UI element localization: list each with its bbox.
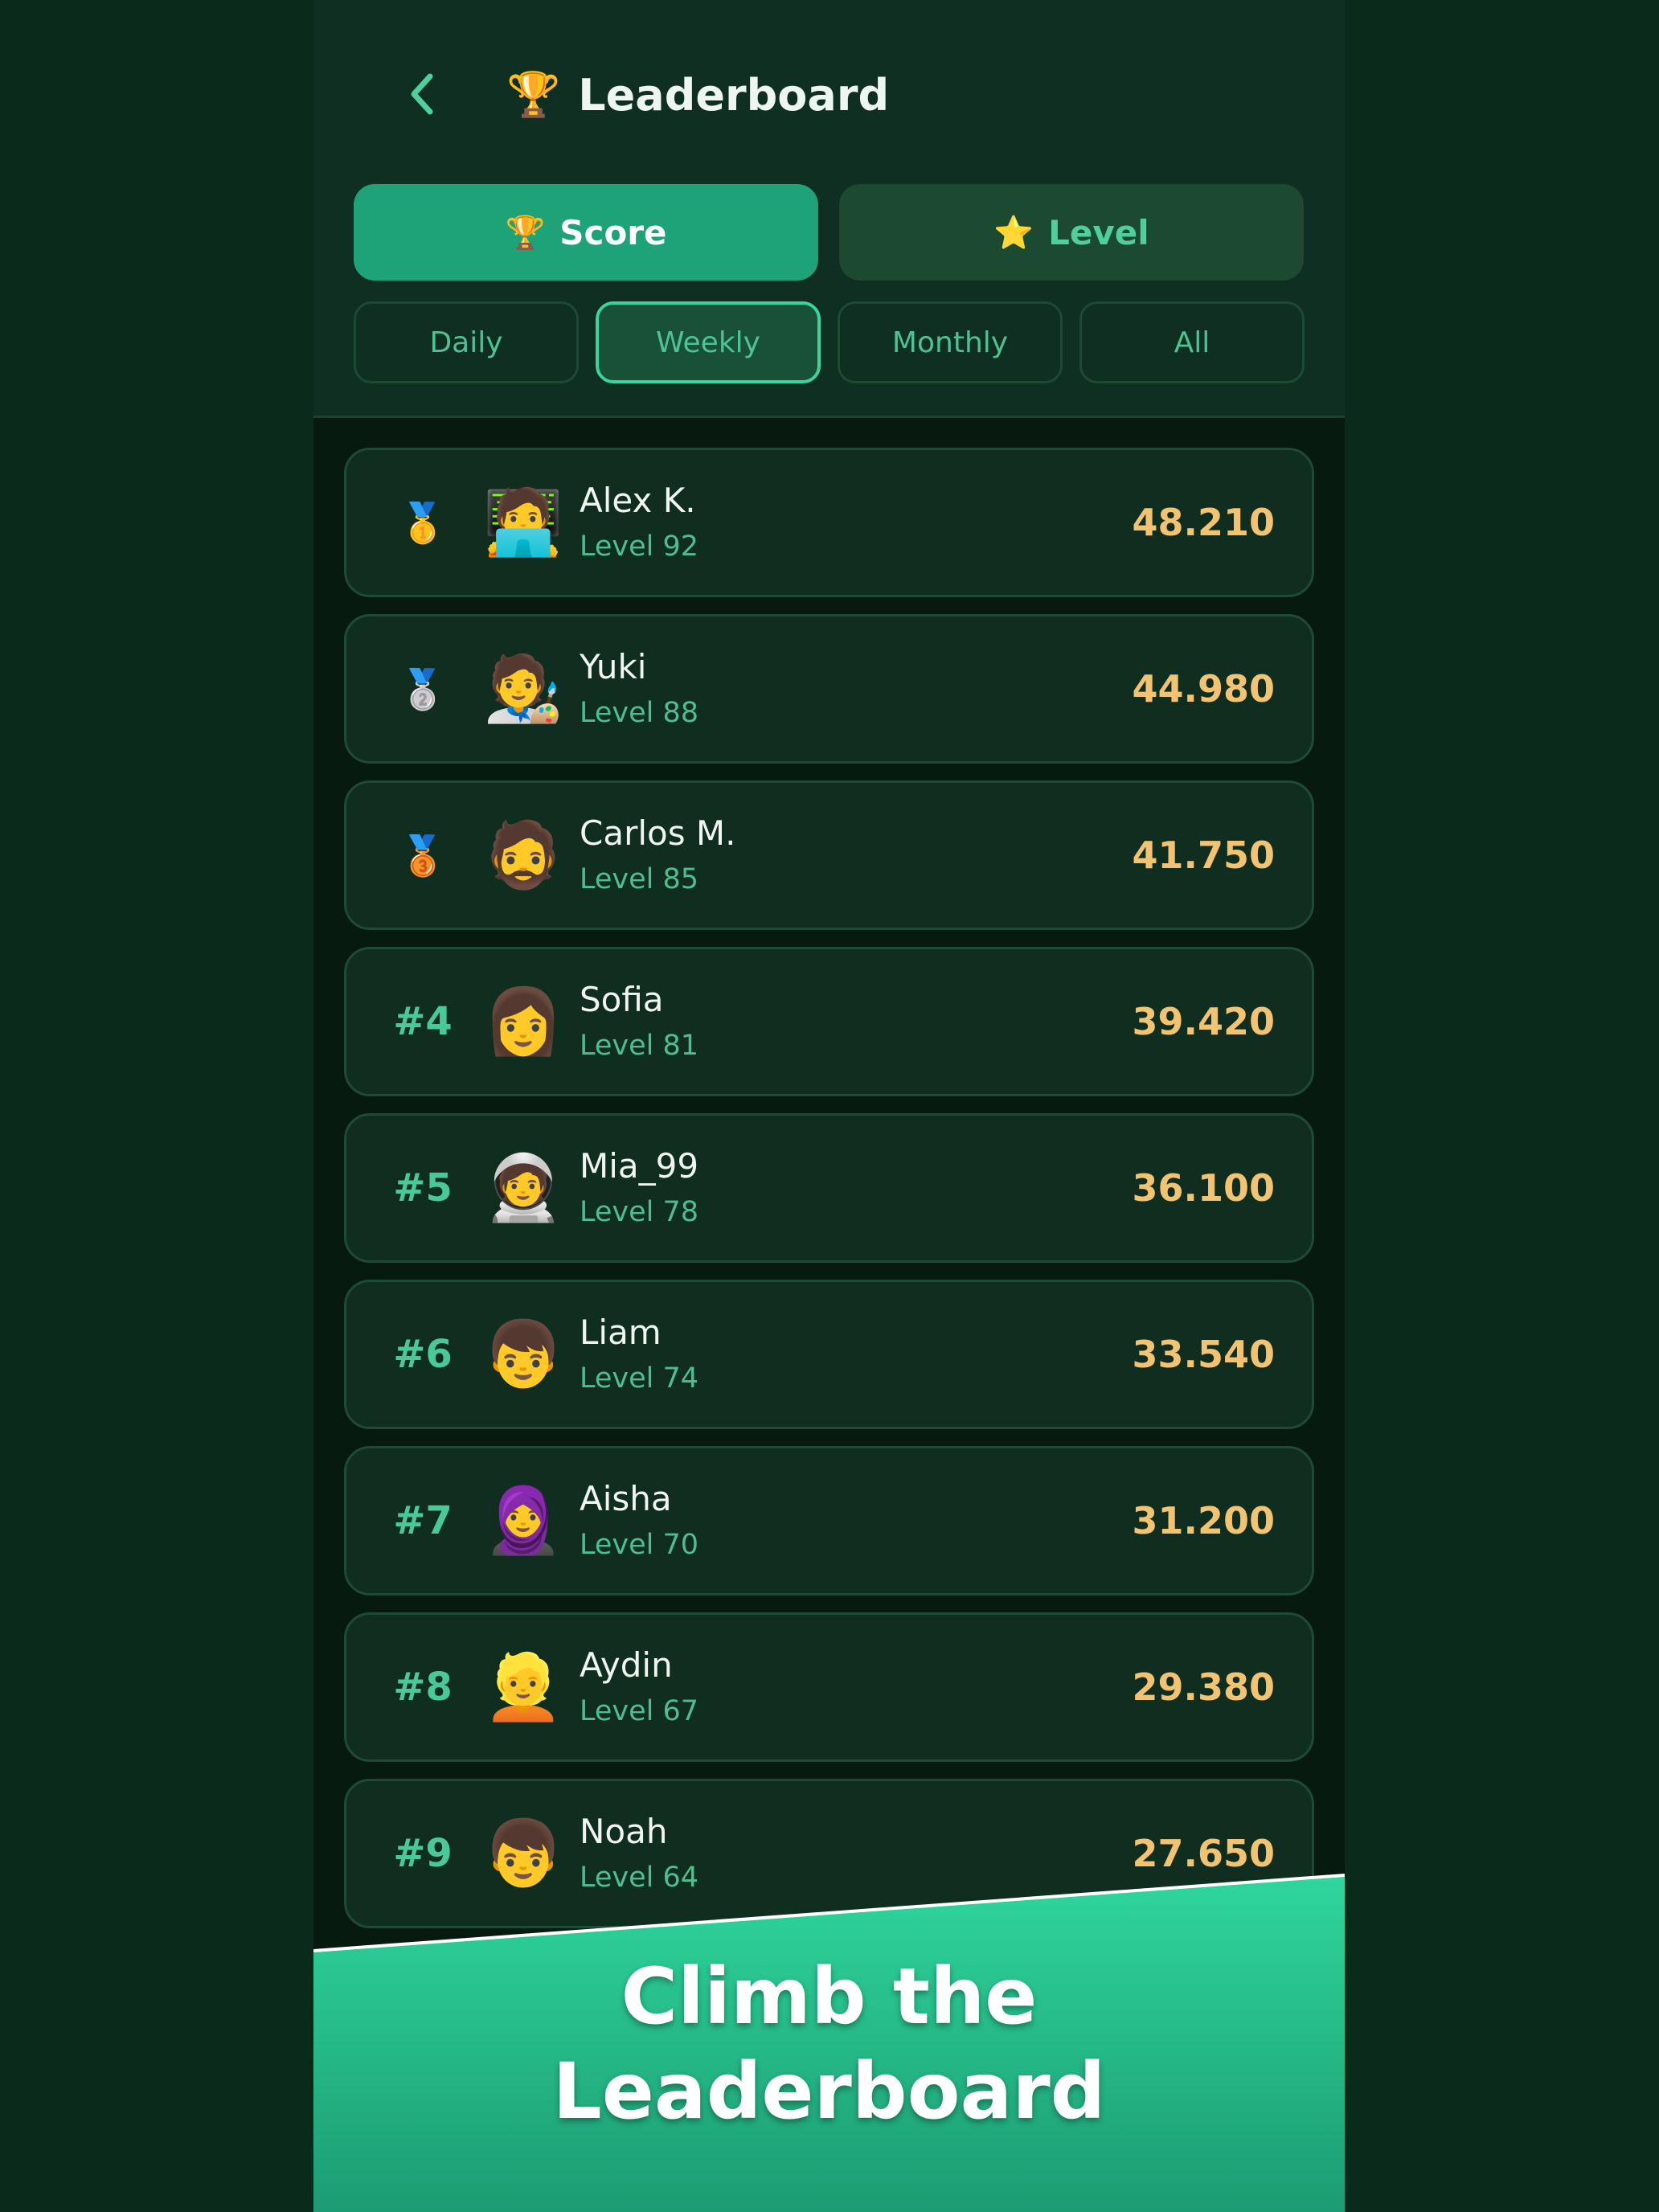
- player-level: Level 70: [580, 1529, 699, 1561]
- banner-line-1: Climb the: [621, 1952, 1038, 2042]
- bronze-medal-icon: 🥉: [399, 833, 447, 879]
- player-level: Level 64: [580, 1862, 699, 1894]
- list-item[interactable]: 🥈 🧑‍🎨 Yuki Level 88 44.980: [344, 614, 1314, 764]
- star-icon: ⭐: [993, 214, 1034, 252]
- player-level: Level 81: [580, 1030, 699, 1062]
- trophy-icon: 🏆: [505, 214, 546, 252]
- silver-medal-icon: 🥈: [399, 666, 447, 712]
- tab-score-label: Score: [559, 212, 667, 252]
- leaderboard-screen: 🏆 Leaderboard 🏆 Score ⭐ Level Daily Week…: [313, 0, 1345, 2212]
- filter-weekly[interactable]: Weekly: [596, 301, 821, 383]
- player-name: Aisha: [580, 1479, 672, 1518]
- list-item[interactable]: 🥉 🧔 Carlos M. Level 85 41.750: [344, 780, 1314, 930]
- list-item[interactable]: 🥇 🧑‍💻 Alex K. Level 92 48.210: [344, 448, 1314, 597]
- avatar: 👱: [483, 1649, 563, 1724]
- player-score: 36.100: [1132, 1166, 1275, 1210]
- avatar: 🧑‍🎨: [483, 651, 563, 726]
- player-level: Level 88: [580, 697, 699, 729]
- header: 🏆 Leaderboard 🏆 Score ⭐ Level Daily Week…: [313, 0, 1345, 418]
- rank-number: #7: [393, 1498, 453, 1543]
- player-name: Alex K.: [580, 481, 696, 520]
- avatar: 🧑‍🚀: [483, 1150, 563, 1225]
- avatar: 👩: [483, 984, 563, 1059]
- tab-level-label: Level: [1048, 212, 1149, 252]
- avatar: 🧔: [483, 817, 563, 892]
- player-score: 33.540: [1132, 1333, 1275, 1376]
- player-name: Carlos M.: [580, 813, 736, 853]
- banner-headline: Climb the Leaderboard: [313, 1949, 1345, 2139]
- list-item[interactable]: #8 👱 Aydin Level 67 29.380: [344, 1612, 1314, 1762]
- trophy-icon: 🏆: [506, 69, 561, 120]
- player-level: Level 67: [580, 1695, 699, 1727]
- page-title: Leaderboard: [578, 69, 890, 121]
- gold-medal-icon: 🥇: [399, 500, 447, 546]
- avatar: 👦: [483, 1816, 563, 1890]
- player-score: 31.200: [1132, 1499, 1275, 1542]
- player-name: Yuki: [580, 647, 647, 686]
- chevron-left-icon: [411, 73, 433, 115]
- player-level: Level 85: [580, 863, 699, 895]
- player-name: Mia_99: [580, 1146, 699, 1186]
- rank-number: #9: [393, 1831, 453, 1876]
- player-score: 44.980: [1132, 667, 1275, 711]
- tab-level[interactable]: ⭐ Level: [839, 184, 1304, 281]
- rank-number: #8: [393, 1665, 453, 1710]
- list-item[interactable]: #4 👩 Sofia Level 81 39.420: [344, 947, 1314, 1096]
- banner-line-2: Leaderboard: [552, 2046, 1106, 2136]
- player-score: 29.380: [1132, 1665, 1275, 1709]
- list-item[interactable]: #6 👦 Liam Level 74 33.540: [344, 1280, 1314, 1429]
- player-score: 39.420: [1132, 1000, 1275, 1043]
- rank-number: #6: [393, 1332, 453, 1377]
- list-item[interactable]: #5 🧑‍🚀 Mia_99 Level 78 36.100: [344, 1113, 1314, 1263]
- filter-all[interactable]: All: [1079, 301, 1305, 383]
- player-score: 41.750: [1132, 834, 1275, 877]
- player-level: Level 78: [580, 1196, 699, 1228]
- title-bar: 🏆 Leaderboard: [506, 64, 889, 125]
- rank-number: #5: [393, 1165, 453, 1210]
- player-level: Level 74: [580, 1362, 699, 1395]
- list-item[interactable]: #7 🧕 Aisha Level 70 31.200: [344, 1446, 1314, 1596]
- back-button[interactable]: [394, 66, 450, 122]
- list-item[interactable]: #9 👦 Noah Level 64 27.650: [344, 1779, 1314, 1928]
- player-level: Level 92: [580, 530, 699, 563]
- player-name: Liam: [580, 1313, 662, 1352]
- rank-number: #4: [393, 999, 453, 1044]
- player-name: Aydin: [580, 1645, 673, 1685]
- avatar: 👦: [483, 1317, 563, 1391]
- tab-score[interactable]: 🏆 Score: [354, 184, 818, 281]
- player-name: Noah: [580, 1812, 668, 1851]
- filter-daily[interactable]: Daily: [354, 301, 579, 383]
- filter-monthly[interactable]: Monthly: [838, 301, 1063, 383]
- player-score: 27.650: [1132, 1832, 1275, 1875]
- player-name: Sofia: [580, 980, 664, 1019]
- avatar: 🧑‍💻: [483, 485, 563, 559]
- player-score: 48.210: [1132, 501, 1275, 544]
- avatar: 🧕: [483, 1483, 563, 1558]
